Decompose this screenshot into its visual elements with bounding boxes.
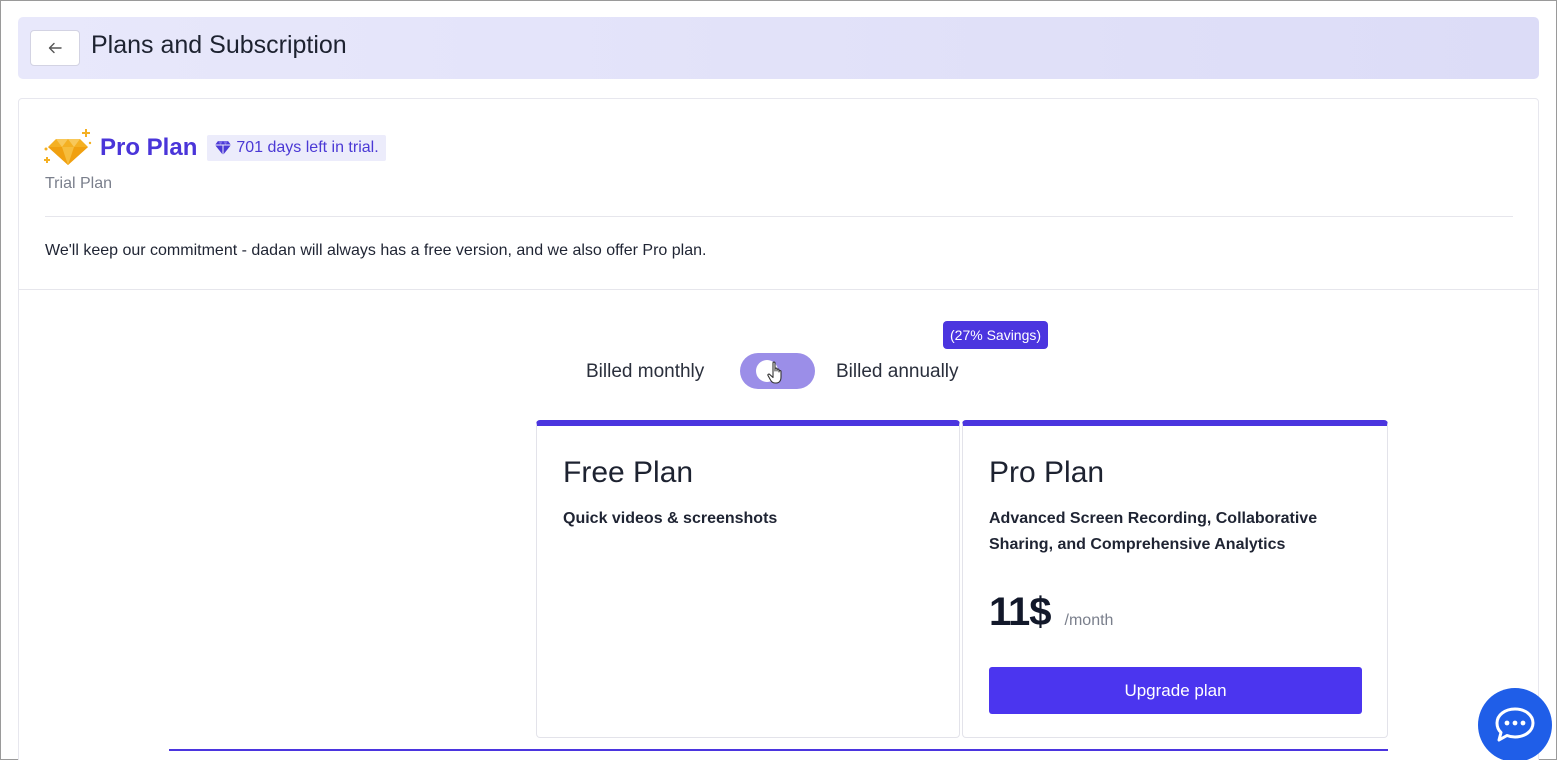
pro-plan-price: 11$ [989, 590, 1052, 634]
commitment-text: We'll keep our commitment - dadan will a… [45, 242, 707, 259]
page-title: Plans and Subscription [91, 31, 347, 59]
arrow-left-icon [48, 42, 62, 54]
chat-button[interactable] [1478, 688, 1552, 760]
billed-annually-label[interactable]: Billed annually [836, 361, 959, 383]
comparison-table-border [169, 749, 1388, 751]
back-button[interactable] [30, 30, 80, 66]
trial-badge: 701 days left in trial. [207, 135, 386, 161]
billing-toggle[interactable] [740, 353, 815, 389]
diamond-icon [215, 141, 232, 155]
chat-bubble-icon [1495, 707, 1535, 742]
diamond-sparkle-icon [44, 129, 92, 165]
trial-badge-text: 701 days left in trial. [236, 139, 379, 156]
subscription-card: Pro Plan 701 days left in trial. Trial P… [18, 98, 1539, 760]
free-plan-title: Free Plan [563, 456, 694, 489]
pro-plan-price-row: 11$ /month [989, 590, 1113, 635]
pro-plan-title: Pro Plan [989, 456, 1105, 489]
page-header: Plans and Subscription [18, 17, 1539, 79]
current-plan-subtitle: Trial Plan [45, 175, 112, 192]
divider [19, 289, 1538, 290]
free-plan-card: Free Plan Quick videos & screenshots [536, 420, 960, 738]
current-plan-header: Pro Plan 701 days left in trial. [44, 129, 386, 167]
upgrade-plan-button[interactable]: Upgrade plan [989, 667, 1362, 714]
pro-plan-description: Advanced Screen Recording, Collaborative… [989, 510, 1318, 553]
billed-monthly-label[interactable]: Billed monthly [586, 361, 704, 383]
hand-pointer-icon [767, 361, 782, 384]
free-plan-description: Quick videos & screenshots [563, 510, 778, 527]
current-plan-name: Pro Plan [100, 134, 198, 161]
pro-plan-card: Pro Plan Advanced Screen Recording, Coll… [962, 420, 1388, 738]
divider [45, 216, 1513, 217]
pro-plan-period: /month [1064, 612, 1114, 629]
savings-badge: (27% Savings) [943, 321, 1049, 349]
